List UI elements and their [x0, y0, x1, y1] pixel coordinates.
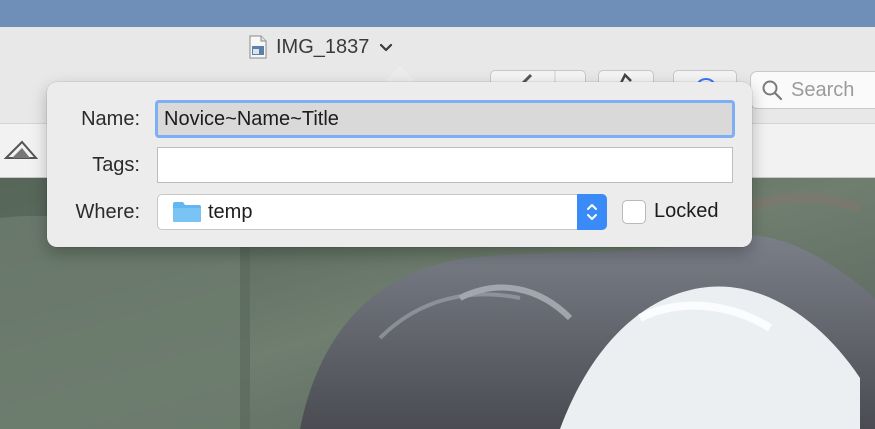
rename-popover: Name: Tags: Where: Novice~Name~Title tem… — [47, 82, 752, 247]
popover-arrow — [383, 65, 417, 84]
folder-icon — [173, 202, 201, 222]
where-label: Where: — [75, 201, 140, 223]
up-down-chevron-icon — [587, 204, 597, 220]
label-column: Name: Tags: Where: — [47, 82, 140, 247]
name-label: Name: — [81, 108, 140, 130]
name-field[interactable]: Novice~Name~Title — [155, 100, 735, 138]
desktop-background — [0, 0, 875, 27]
where-popup-button[interactable]: temp — [157, 194, 607, 230]
shapes-icon[interactable] — [4, 138, 38, 166]
window-title: IMG_1837 — [276, 35, 370, 58]
document-icon — [249, 35, 267, 59]
window-title-button[interactable]: IMG_1837 — [248, 34, 393, 60]
name-value: Novice~Name~Title — [164, 107, 339, 130]
tags-label: Tags: — [92, 154, 140, 176]
search-icon — [762, 80, 783, 101]
locked-label[interactable]: Locked — [654, 200, 719, 223]
chevron-down-icon — [380, 43, 393, 52]
where-value: temp — [208, 200, 253, 223]
search-field[interactable]: Search — [750, 71, 875, 109]
popup-stepper[interactable] — [577, 194, 607, 230]
locked-checkbox[interactable] — [622, 200, 646, 224]
tags-field[interactable] — [157, 147, 733, 183]
search-placeholder: Search — [791, 78, 855, 101]
